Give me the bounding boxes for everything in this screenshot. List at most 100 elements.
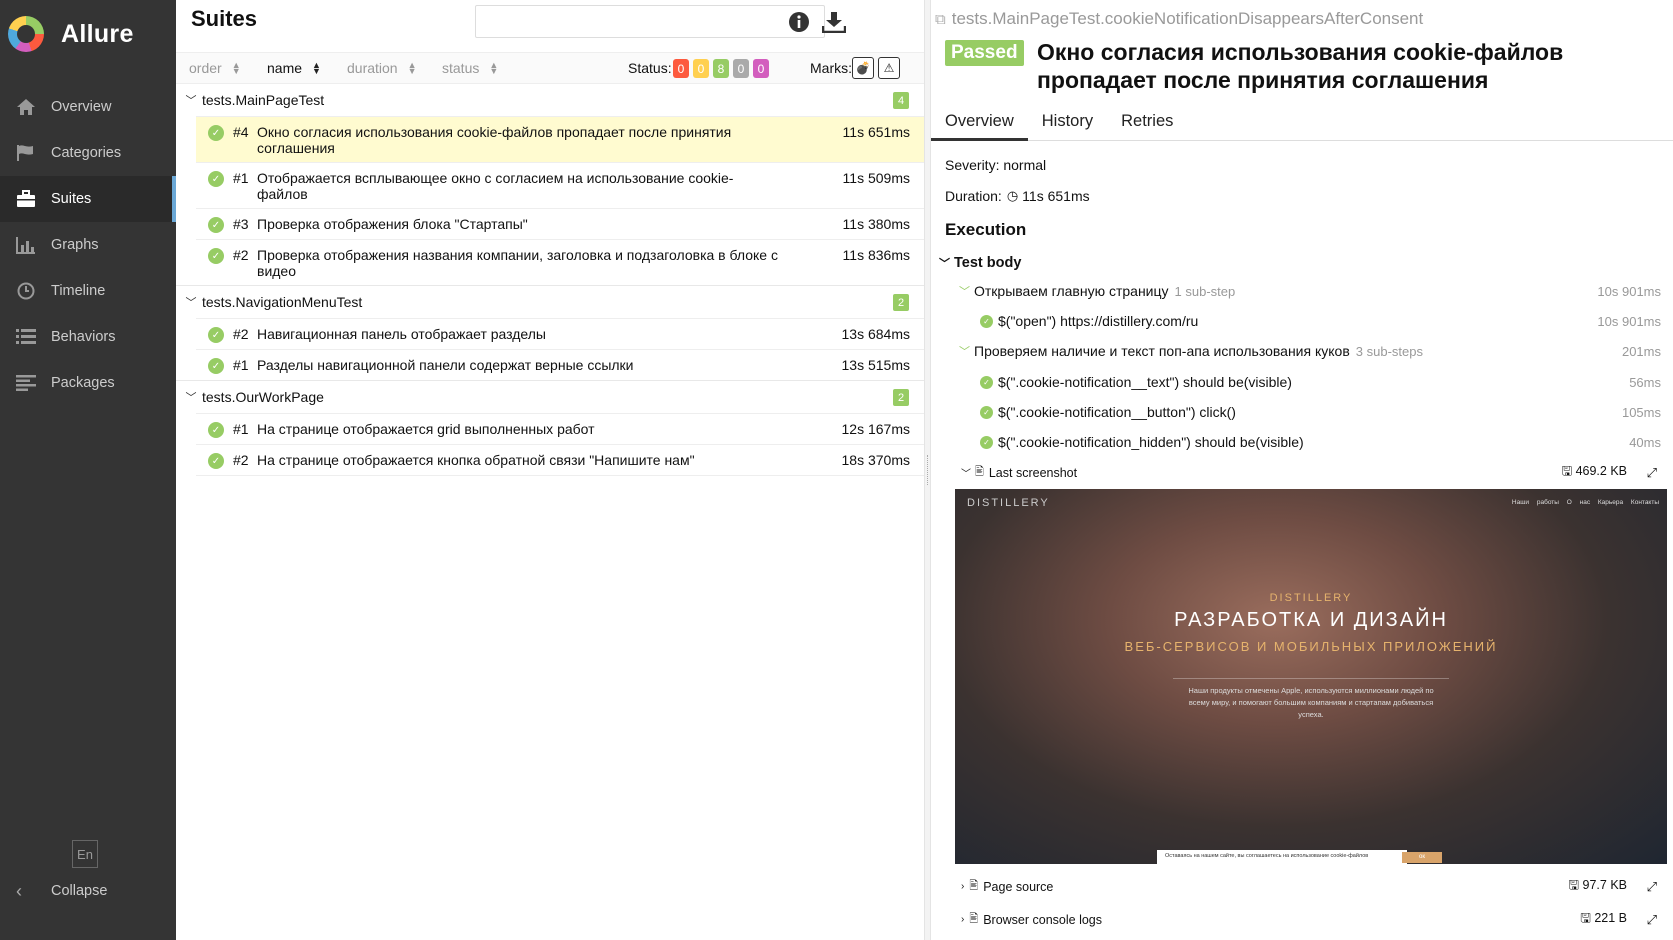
sort-order[interactable]: order ▲ ▼ <box>189 60 241 76</box>
sort-duration[interactable]: duration ▲ ▼ <box>347 60 417 76</box>
table-row[interactable]: ✓ #2 Проверка отображения названия компа… <box>196 239 924 285</box>
chevron-down-icon: ﹀ <box>959 346 970 358</box>
status-unknown-toggle[interactable]: 0 <box>753 59 769 78</box>
table-row[interactable]: ✓ #4 Окно согласия использования cookie-… <box>196 116 924 162</box>
table-row[interactable]: ✓ #3 Проверка отображения блока "Стартап… <box>196 208 924 239</box>
sort-status[interactable]: status ▲ ▼ <box>442 60 498 76</box>
sidebar-item-label: Packages <box>51 375 115 391</box>
flag-icon <box>14 143 38 163</box>
sidebar-item-categories[interactable]: Categories <box>0 130 176 176</box>
step-time: 201ms <box>1621 343 1661 359</box>
step[interactable]: ✓ $(".cookie-notification__button") clic… <box>931 404 1667 420</box>
test-duration: 18s 370ms <box>841 452 910 468</box>
screenshot-preview[interactable]: DISTILLERY Наши работы О нас Карьера Кон… <box>955 489 1667 864</box>
test-duration: 13s 515ms <box>841 357 910 373</box>
test-order: #1 <box>233 170 249 186</box>
brand[interactable]: Allure <box>8 12 134 56</box>
flaky-mark-toggle[interactable]: 💣 <box>852 57 874 79</box>
status-skipped-toggle[interactable]: 0 <box>733 59 749 78</box>
suite-group-header[interactable]: ﹀ tests.NavigationMenuTest 2 <box>176 286 924 318</box>
collapse-label: Collapse <box>51 883 108 899</box>
sidebar-item-label: Timeline <box>51 283 106 299</box>
sidebar-item-packages[interactable]: Packages <box>0 360 176 406</box>
sort-duration-label: duration <box>347 60 398 76</box>
sidebar-item-behaviors[interactable]: Behaviors <box>0 314 176 360</box>
passed-check-icon: ✓ <box>208 327 224 343</box>
step[interactable]: ﹀ Открываем главную страницу 1 sub-step … <box>931 283 1667 299</box>
attachment-last-screenshot[interactable]: ﹀ 🖹 Last screenshot 🖫 469.2 KB ⤢ <box>961 463 1667 482</box>
attachment-browser-console-logs[interactable]: › 🖹 Browser console logs 🖫 221 B ⤢ <box>961 910 1667 929</box>
step-time: 10s 901ms <box>1597 283 1661 299</box>
collapse-button[interactable]: ‹ Collapse <box>16 876 107 906</box>
attachment-size: 🖫 221 B <box>1580 909 1627 930</box>
status-broken-toggle[interactable]: 0 <box>693 59 709 78</box>
search-input[interactable] <box>475 5 825 38</box>
table-row[interactable]: ✓ #2 На странице отображается кнопка обр… <box>196 444 924 476</box>
sidebar-item-label: Behaviors <box>51 329 116 345</box>
status-passed-toggle[interactable]: 8 <box>713 59 729 78</box>
passed-check-icon: ✓ <box>208 358 224 374</box>
step-substeps: 3 sub-steps <box>1355 343 1423 359</box>
list-icon <box>14 327 38 347</box>
passed-check-icon: ✓ <box>208 125 224 141</box>
sidebar-item-label: Categories <box>51 145 122 161</box>
testcase-fullname: ⧉ tests.MainPageTest.cookieNotificationD… <box>935 9 1423 29</box>
save-icon: 🖫 <box>1568 878 1583 892</box>
test-name: Разделы навигационной панели содержат ве… <box>257 357 634 373</box>
step-name: Проверяем наличие и текст поп-апа исполь… <box>974 343 1350 359</box>
table-row[interactable]: ✓ #1 Разделы навигационной панели содерж… <box>196 349 924 380</box>
test-duration: 13s 684ms <box>841 326 910 342</box>
pane-splitter[interactable] <box>924 0 931 940</box>
test-body-header[interactable]: ﹀ Test body <box>939 255 1021 271</box>
chevron-down-icon: ﹀ <box>185 297 197 309</box>
duration-label: Duration: <box>945 188 1002 204</box>
table-row[interactable]: ✓ #1 На странице отображается grid выпол… <box>196 413 924 444</box>
tab-retries[interactable]: Retries <box>1107 104 1187 141</box>
table-row[interactable]: ✓ #2 Навигационная панель отображает раз… <box>196 318 924 349</box>
testcase-title: Окно согласия использования cookie-файло… <box>1037 39 1564 93</box>
suite-group: ﹀ tests.OurWorkPage 2 ✓ #1 На странице о… <box>176 381 924 476</box>
passed-check-icon: ✓ <box>980 435 993 449</box>
download-icon[interactable] <box>821 11 847 38</box>
step-time: 105ms <box>1621 404 1661 420</box>
info-icon[interactable] <box>788 11 810 38</box>
suite-count-badge: 2 <box>893 389 909 406</box>
file-icon: 🖹 <box>969 913 979 925</box>
new-failed-mark-toggle[interactable]: ⚠ <box>878 57 900 79</box>
attachment-name: Page source <box>983 879 1054 894</box>
step-time: 40ms <box>1629 434 1661 450</box>
screenshot-nav: Наши работы О нас Карьера Контакты <box>1511 499 1659 506</box>
tab-history[interactable]: History <box>1028 104 1107 141</box>
tab-overview[interactable]: Overview <box>931 104 1028 141</box>
step-name: $(".cookie-notification__text") should b… <box>998 374 1292 390</box>
clock-icon <box>14 281 38 301</box>
test-name: На странице отображается кнопка обратной… <box>257 452 695 468</box>
sidebar-item-suites[interactable]: Suites <box>0 176 176 222</box>
table-row[interactable]: ✓ #1 Отображается всплывающее окно с сог… <box>196 162 924 208</box>
sidebar-item-overview[interactable]: Overview <box>0 84 176 130</box>
test-order: #1 <box>233 421 249 437</box>
expand-icon[interactable]: ⤢ <box>1647 465 1657 481</box>
attachment-size-value: 221 B <box>1594 911 1627 925</box>
status-filter-label: Status: <box>628 60 672 76</box>
sidebar-item-timeline[interactable]: Timeline <box>0 268 176 314</box>
expand-icon[interactable]: ⤢ <box>1647 912 1657 928</box>
step[interactable]: ✓ $(".cookie-notification_hidden") shoul… <box>931 434 1667 450</box>
save-icon: 🖫 <box>1561 464 1576 478</box>
expand-icon[interactable]: ⤢ <box>1647 879 1657 895</box>
step[interactable]: ﹀ Проверяем наличие и текст поп-апа испо… <box>931 343 1667 359</box>
test-duration: 11s 380ms <box>842 216 910 232</box>
copy-icon[interactable]: ⧉ <box>935 11 946 28</box>
sort-name[interactable]: name ▲ ▼ <box>267 60 321 76</box>
status-failed-toggle[interactable]: 0 <box>673 59 689 78</box>
sidebar-item-label: Graphs <box>51 237 99 253</box>
test-order: #2 <box>233 247 249 263</box>
passed-check-icon: ✓ <box>980 314 993 328</box>
suite-group-header[interactable]: ﹀ tests.MainPageTest 4 <box>176 84 924 116</box>
step[interactable]: ✓ $("open") https://distillery.com/ru 10… <box>931 313 1667 329</box>
sidebar-item-graphs[interactable]: Graphs <box>0 222 176 268</box>
language-switcher[interactable]: En <box>72 840 98 868</box>
attachment-page-source[interactable]: › 🖹 Page source 🖫 97.7 KB ⤢ <box>961 877 1667 896</box>
suite-group-header[interactable]: ﹀ tests.OurWorkPage 2 <box>176 381 924 413</box>
step[interactable]: ✓ $(".cookie-notification__text") should… <box>931 374 1667 390</box>
